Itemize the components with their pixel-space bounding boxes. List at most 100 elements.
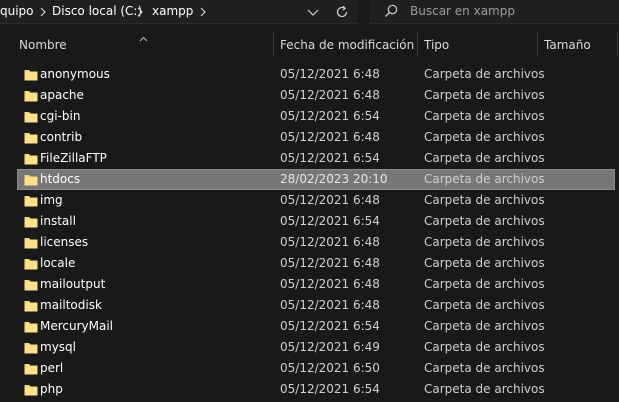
column-header-type[interactable]: Tipo [424,32,449,57]
file-name[interactable]: apache [40,88,84,102]
file-name[interactable]: licenses [40,235,88,249]
folder-icon [24,194,38,208]
file-type: Carpeta de archivos [424,172,545,186]
refresh-icon[interactable] [334,4,350,20]
file-type: Carpeta de archivos [424,361,545,375]
folder-icon [24,131,38,145]
file-name[interactable]: locale [40,256,75,270]
file-date: 05/12/2021 6:54 [280,214,380,228]
file-name[interactable]: htdocs [40,172,80,186]
list-item[interactable]: mysql 05/12/2021 6:49 Carpeta de archivos [17,337,615,358]
list-item[interactable]: locale 05/12/2021 6:48 Carpeta de archivos [17,253,615,274]
list-item[interactable]: mailoutput 05/12/2021 6:48 Carpeta de arch… [17,274,615,295]
file-date: 05/12/2021 6:48 [280,277,380,291]
file-date: 05/12/2021 6:48 [280,130,380,144]
file-type: Carpeta de archivos [424,298,545,312]
breadcrumb-equipo[interactable]: quipo [0,4,34,18]
list-item[interactable]: apache 05/12/2021 6:48 Carpeta de archivos [17,85,615,106]
chevron-right-icon[interactable] [198,6,208,18]
file-type: Carpeta de archivos [424,319,545,333]
list-item[interactable]: MercuryMail 05/12/2021 6:54 Carpeta de arc… [17,316,615,337]
list-item[interactable]: anonymous 05/12/2021 6:48 Carpeta de archi… [17,64,615,85]
list-item[interactable]: perl 05/12/2021 6:50 Carpeta de archivos [17,358,615,379]
file-type: Carpeta de archivos [424,67,545,81]
breadcrumb-xampp[interactable]: xampp [152,4,193,18]
file-type: Carpeta de archivos [424,193,545,207]
file-date: 05/12/2021 6:48 [280,298,380,312]
column-headers: Nombre Fecha de modificación Tipo Tamaño [0,32,619,57]
folder-icon [24,320,38,334]
file-type: Carpeta de archivos [424,256,545,270]
chevron-right-icon[interactable] [135,6,145,18]
list-item[interactable]: php 05/12/2021 6:54 Carpeta de archivos [17,379,615,400]
list-item[interactable]: install 05/12/2021 6:54 Carpeta de archivo… [17,211,615,232]
file-name[interactable]: install [40,214,76,228]
file-date: 28/02/2023 20:10 [280,172,388,186]
file-type: Carpeta de archivos [424,214,545,228]
file-name[interactable]: img [40,193,63,207]
file-name[interactable]: contrib [40,130,82,144]
file-date: 05/12/2021 6:54 [280,109,380,123]
list-item[interactable]: FileZillaFTP 05/12/2021 6:54 Carpeta de ar… [17,148,615,169]
file-type: Carpeta de archivos [424,151,545,165]
column-divider[interactable] [273,32,274,57]
folder-icon [24,341,38,355]
column-divider[interactable] [617,32,618,57]
search-box[interactable]: Buscar en xampp [369,0,619,24]
file-name[interactable]: mailtodisk [40,298,102,312]
folder-icon [24,152,38,166]
file-type: Carpeta de archivos [424,340,545,354]
top-bar: quipo Disco local (C:) xampp Buscar en x… [0,0,619,28]
folder-icon [24,89,38,103]
file-name[interactable]: FileZillaFTP [40,151,107,165]
file-name[interactable]: mysql [40,340,76,354]
list-item[interactable]: cgi-bin 05/12/2021 6:54 Carpeta de archivo… [17,106,615,127]
folder-icon [24,257,38,271]
list-item[interactable]: licenses 05/12/2021 6:48 Carpeta de archiv… [17,232,615,253]
file-date: 05/12/2021 6:48 [280,67,380,81]
list-item-selected[interactable]: htdocs 28/02/2023 20:10 Carpeta de archivo… [17,169,615,190]
file-date: 05/12/2021 6:54 [280,319,380,333]
folder-icon [24,362,38,376]
breadcrumb-disco-local[interactable]: Disco local (C:) [52,4,142,18]
chevron-down-icon[interactable] [305,4,321,20]
file-type: Carpeta de archivos [424,277,545,291]
file-name[interactable]: mailoutput [40,277,105,291]
file-date: 05/12/2021 6:48 [280,256,380,270]
column-header-name[interactable]: Nombre [19,32,67,57]
column-header-size[interactable]: Tamaño [544,32,591,57]
folder-icon [24,215,38,229]
file-type: Carpeta de archivos [424,88,545,102]
list-item[interactable]: mailtodisk 05/12/2021 6:48 Carpeta de arch… [17,295,615,316]
column-divider[interactable] [537,32,538,57]
folder-icon [24,110,38,124]
file-date: 05/12/2021 6:48 [280,235,380,249]
search-input[interactable]: Buscar en xampp [410,4,515,18]
file-name[interactable]: cgi-bin [40,109,80,123]
folder-icon [24,383,38,397]
column-divider[interactable] [417,32,418,57]
folder-icon [24,236,38,250]
folder-icon [24,68,38,82]
file-name[interactable]: perl [40,361,63,375]
file-type: Carpeta de archivos [424,235,545,249]
folder-icon [24,173,38,187]
file-date: 05/12/2021 6:48 [280,88,380,102]
folder-icon [24,299,38,313]
file-type: Carpeta de archivos [424,130,545,144]
list-item[interactable]: img 05/12/2021 6:48 Carpeta de archivos [17,190,615,211]
folder-icon [24,278,38,292]
column-header-date[interactable]: Fecha de modificación [280,32,414,57]
file-name[interactable]: php [40,382,63,396]
address-bar[interactable]: quipo Disco local (C:) xampp [0,0,358,24]
file-date: 05/12/2021 6:49 [280,340,380,354]
list-item[interactable]: contrib 05/12/2021 6:48 Carpeta de archivo… [17,127,615,148]
sort-ascending-icon [139,31,148,42]
file-name[interactable]: anonymous [40,67,110,81]
file-date: 05/12/2021 6:48 [280,193,380,207]
file-date: 05/12/2021 6:54 [280,151,380,165]
file-name[interactable]: MercuryMail [40,319,113,333]
search-icon [384,4,398,18]
chevron-right-icon[interactable] [38,6,48,18]
file-type: Carpeta de archivos [424,109,545,123]
